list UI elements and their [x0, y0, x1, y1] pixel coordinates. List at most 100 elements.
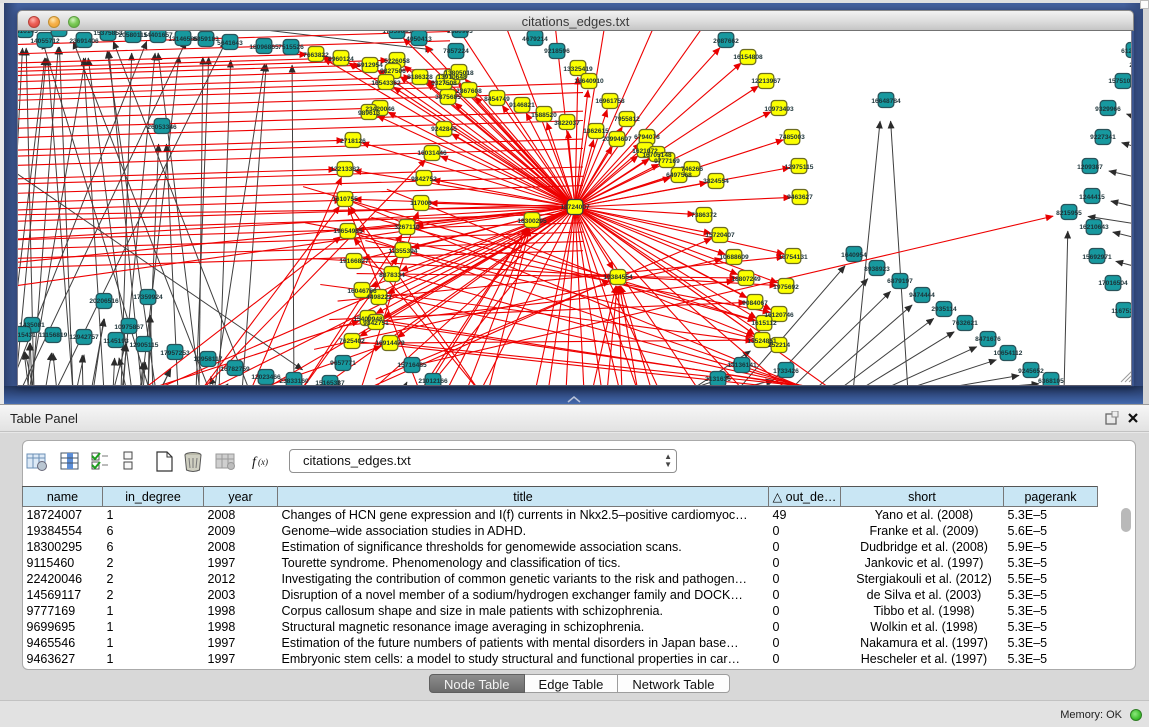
svg-text:6794078: 6794078 [634, 134, 660, 141]
svg-text:8960124: 8960124 [328, 56, 354, 63]
svg-text:8454749: 8454749 [484, 96, 510, 103]
svg-text:1615112: 1615112 [751, 320, 777, 327]
svg-text:2087662: 2087662 [713, 38, 739, 45]
svg-text:10654112: 10654112 [994, 350, 1023, 357]
svg-text:8471676: 8471676 [975, 336, 1001, 343]
svg-text:23833160: 23833160 [279, 378, 309, 385]
svg-text:17016504: 17016504 [1098, 280, 1128, 287]
svg-text:8878334: 8878334 [379, 272, 405, 279]
svg-text:18640910: 18640910 [574, 78, 604, 85]
svg-text:18724007: 18724007 [560, 204, 590, 211]
svg-text:8359183: 8359183 [193, 36, 219, 43]
svg-text:1733426: 1733426 [773, 368, 799, 375]
svg-text:16543362: 16543362 [371, 80, 401, 87]
svg-text:2580963: 2580963 [447, 31, 473, 35]
svg-text:20206516: 20206516 [89, 298, 119, 305]
svg-text:6368105: 6368105 [1038, 378, 1064, 385]
svg-text:1588520: 1588520 [531, 112, 557, 119]
svg-text:16154808: 16154808 [733, 54, 763, 61]
svg-text:18807249: 18807249 [731, 276, 761, 283]
svg-text:22053595: 22053595 [1129, 62, 1132, 69]
svg-text:5641643: 5641643 [217, 40, 243, 47]
svg-text:9342751: 9342751 [363, 320, 389, 327]
svg-text:8215955: 8215955 [1056, 210, 1082, 217]
svg-text:17559643: 17559643 [382, 31, 412, 35]
svg-text:20994697: 20994697 [602, 136, 632, 143]
svg-text:1975692: 1975692 [773, 284, 799, 291]
svg-text:18754131: 18754131 [778, 254, 808, 261]
svg-text:21012166: 21012166 [418, 378, 448, 385]
svg-text:9474444: 9474444 [909, 292, 935, 299]
svg-text:1145193: 1145193 [103, 338, 129, 345]
svg-text:6497568: 6497568 [666, 172, 692, 179]
svg-text:10975867: 10975867 [114, 324, 144, 331]
svg-text:12942757: 12942757 [69, 334, 99, 341]
svg-text:20615450: 20615450 [44, 31, 74, 33]
svg-text:3915431: 3915431 [18, 332, 36, 339]
svg-text:1209387: 1209387 [1077, 164, 1103, 171]
svg-text:19384554: 19384554 [603, 274, 633, 281]
svg-text:8186328: 8186328 [407, 74, 433, 81]
svg-text:13325419: 13325419 [563, 66, 593, 73]
svg-text:7386372: 7386372 [691, 212, 717, 219]
svg-text:9242845: 9242845 [431, 126, 457, 133]
svg-text:7955812: 7955812 [614, 116, 640, 123]
svg-text:16782759: 16782759 [220, 366, 250, 373]
svg-text:10688609: 10688609 [719, 254, 749, 261]
svg-text:10973493: 10973493 [764, 106, 794, 113]
svg-text:9657771: 9657771 [330, 360, 356, 367]
svg-text:11156819: 11156819 [39, 332, 68, 339]
svg-text:14136141: 14136141 [727, 362, 757, 369]
svg-text:16120746: 16120746 [764, 312, 794, 319]
svg-text:9218596: 9218596 [544, 48, 570, 55]
svg-text:15751074: 15751074 [1108, 78, 1132, 85]
svg-text:17359924: 17359924 [133, 294, 163, 301]
svg-text:7485003: 7485003 [779, 134, 805, 141]
svg-text:4050413: 4050413 [406, 36, 432, 43]
svg-text:9327508: 9327508 [431, 80, 457, 87]
svg-text:3131636: 3131636 [705, 376, 731, 383]
svg-text:16210643: 16210643 [1079, 224, 1109, 231]
svg-text:12975115: 12975115 [785, 164, 814, 171]
svg-text:7663822: 7663822 [303, 52, 329, 59]
svg-text:989613: 989613 [358, 110, 380, 117]
svg-text:9777169: 9777169 [654, 158, 680, 165]
svg-text:17957253: 17957253 [160, 350, 190, 357]
svg-text:117006: 117006 [410, 200, 432, 207]
svg-text:13805018: 13805018 [444, 70, 474, 77]
svg-text:15692971: 15692971 [1082, 254, 1112, 261]
svg-text:3267110: 3267110 [394, 224, 420, 231]
svg-text:3875685: 3875685 [435, 94, 461, 101]
svg-text:12023466: 12023466 [251, 374, 281, 381]
svg-text:4498222: 4498222 [366, 294, 392, 301]
svg-text:15720407: 15720407 [705, 232, 735, 239]
svg-text:26053346: 26053346 [147, 124, 177, 131]
svg-text:1167534: 1167534 [1111, 308, 1132, 315]
svg-text:12213967: 12213967 [751, 78, 781, 85]
svg-text:252214: 252214 [768, 342, 790, 349]
svg-text:10958117: 10958117 [194, 356, 223, 363]
svg-text:7515526: 7515526 [278, 44, 304, 51]
svg-text:9827506: 9827506 [380, 68, 406, 75]
svg-text:18300295: 18300295 [517, 218, 547, 225]
svg-text:9816145: 9816145 [18, 31, 38, 35]
svg-text:2935114: 2935114 [931, 306, 957, 313]
svg-text:1244415: 1244415 [1079, 194, 1105, 201]
svg-text:1435081: 1435081 [19, 322, 45, 329]
svg-text:16648784: 16648784 [871, 98, 901, 105]
svg-text:7632621: 7632621 [952, 320, 978, 327]
svg-text:6879197: 6879197 [887, 278, 913, 285]
svg-text:9227341: 9227341 [1090, 134, 1116, 141]
svg-text:15716485: 15716485 [397, 362, 427, 369]
svg-text:18096865: 18096865 [249, 44, 279, 51]
svg-text:9146821: 9146821 [509, 102, 535, 109]
svg-text:3822037: 3822037 [554, 120, 580, 127]
svg-text:(x): (x) [258, 457, 268, 467]
svg-text:16914479: 16914479 [375, 340, 405, 347]
svg-text:2718126: 2718126 [340, 138, 366, 145]
svg-text:16961758: 16961758 [595, 98, 625, 105]
svg-text:9329966: 9329966 [1095, 106, 1121, 113]
svg-text:15165337: 15165337 [315, 380, 345, 386]
svg-text:9463627: 9463627 [787, 194, 813, 201]
svg-text:23691406: 23691406 [69, 38, 99, 45]
